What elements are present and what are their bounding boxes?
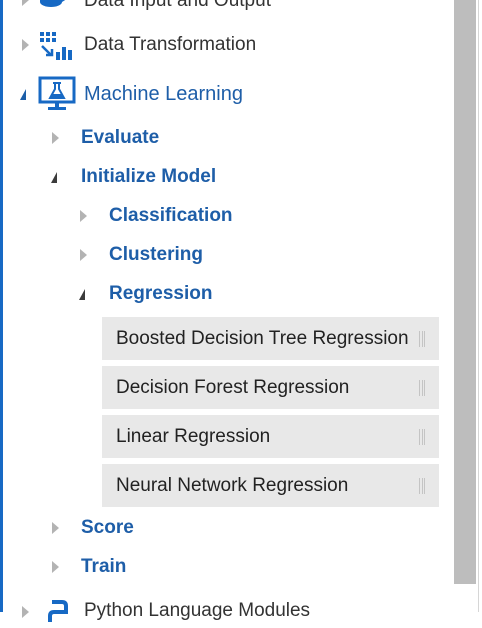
- tree-item-label: Clustering: [109, 244, 203, 265]
- collapse-arrow-icon[interactable]: [79, 289, 85, 300]
- drag-handle-icon[interactable]: [419, 429, 426, 445]
- tree-item-train[interactable]: Train: [50, 553, 430, 583]
- expand-arrow-icon[interactable]: [22, 0, 29, 6]
- drag-handle-icon[interactable]: [419, 331, 426, 347]
- collapse-arrow-icon[interactable]: [51, 172, 57, 183]
- tree-selection-bar: [0, 0, 3, 612]
- expand-arrow-icon[interactable]: [52, 561, 59, 573]
- module-item[interactable]: Boosted Decision Tree Regression: [102, 317, 439, 360]
- expand-arrow-icon[interactable]: [52, 132, 59, 144]
- tree-item-label: Data Transformation: [84, 34, 257, 55]
- database-icon: [40, 0, 66, 7]
- tree-item-python-modules[interactable]: Python Language Modules: [18, 598, 438, 628]
- module-label: Decision Forest Regression: [116, 376, 350, 398]
- expand-arrow-icon[interactable]: [52, 522, 59, 534]
- tree-item-label: Classification: [109, 205, 233, 226]
- tree-item-label: Initialize Model: [81, 166, 217, 187]
- tree-item-label: Score: [81, 517, 134, 538]
- module-item[interactable]: Neural Network Regression: [102, 464, 439, 507]
- module-label: Neural Network Regression: [116, 474, 349, 496]
- tree-item-label: Regression: [109, 283, 213, 304]
- tree-item-label: Evaluate: [81, 127, 160, 148]
- tree-item-score[interactable]: Score: [50, 514, 430, 544]
- tree-item-clustering[interactable]: Clustering: [78, 241, 428, 271]
- tree-item-label: Data Input and Output: [84, 0, 271, 11]
- module-item[interactable]: Linear Regression: [102, 415, 439, 458]
- scrollbar-thumb[interactable]: [454, 0, 476, 584]
- expand-arrow-icon[interactable]: [80, 249, 87, 261]
- flask-monitor-icon: [38, 76, 76, 110]
- tree-item-initialize-model[interactable]: Initialize Model: [50, 163, 430, 193]
- python-icon: [48, 600, 68, 622]
- expand-arrow-icon[interactable]: [22, 39, 29, 51]
- expand-arrow-icon[interactable]: [22, 606, 29, 618]
- module-label: Linear Regression: [116, 425, 271, 447]
- tree-item-label: Train: [81, 556, 127, 577]
- expand-arrow-icon[interactable]: [80, 210, 87, 222]
- tree-item-regression[interactable]: Regression: [78, 280, 428, 310]
- collapse-arrow-icon[interactable]: [20, 89, 26, 100]
- tree-item-data-transformation[interactable]: Data Transformation: [18, 28, 438, 62]
- module-item[interactable]: Decision Forest Regression: [102, 366, 439, 409]
- tree-item-label: Python Language Modules: [84, 600, 311, 621]
- panel-border: [478, 0, 479, 612]
- tree-item-evaluate[interactable]: Evaluate: [50, 124, 430, 154]
- grid-chart-icon: [40, 32, 72, 60]
- tree-item-classification[interactable]: Classification: [78, 202, 428, 232]
- tree-item-label: Machine Learning: [84, 83, 243, 105]
- module-label: Boosted Decision Tree Regression: [116, 327, 409, 349]
- drag-handle-icon[interactable]: [419, 380, 426, 396]
- drag-handle-icon[interactable]: [419, 478, 426, 494]
- tree-item-machine-learning[interactable]: Machine Learning: [18, 76, 438, 116]
